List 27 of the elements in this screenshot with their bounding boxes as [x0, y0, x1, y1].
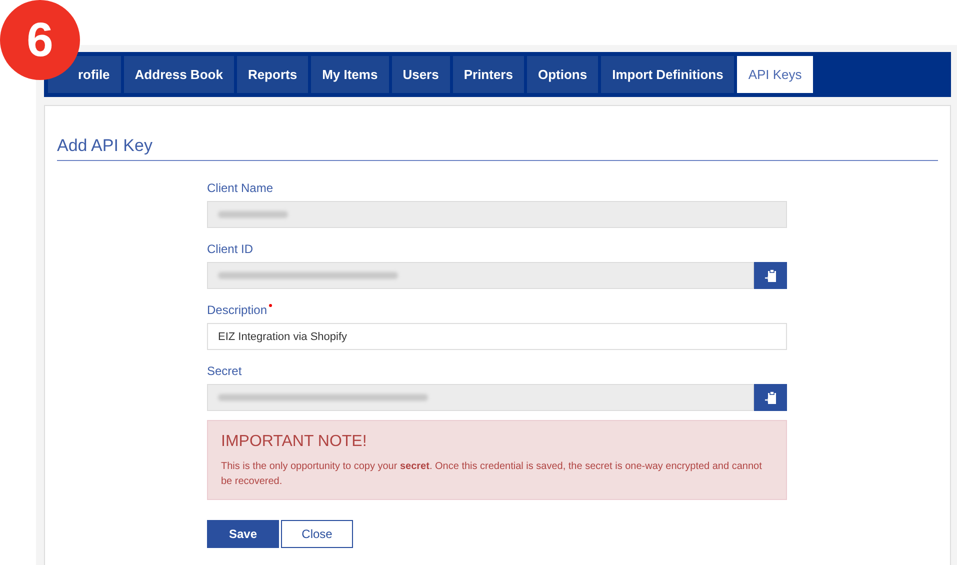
tab[interactable]: API Keys: [737, 56, 813, 93]
clipboard-icon: [764, 390, 776, 404]
save-button[interactable]: Save: [207, 520, 279, 548]
tab[interactable]: My Items: [311, 56, 389, 93]
input-field[interactable]: EIZ Integration via Shopify: [207, 323, 787, 350]
readonly-field[interactable]: [207, 201, 787, 228]
tab[interactable]: Import Definitions: [601, 56, 734, 93]
blurred-text-drawing: [218, 211, 288, 218]
tab[interactable]: Users: [392, 56, 450, 93]
field-label: Secret: [207, 364, 242, 378]
tab[interactable]: Reports: [236, 56, 308, 93]
field-label: Client Name: [207, 181, 274, 195]
section-heading: Add API Key: [57, 136, 938, 161]
copy-button[interactable]: [754, 384, 787, 411]
readonly-field[interactable]: [207, 262, 754, 289]
close-button[interactable]: Close: [281, 520, 353, 548]
note-title: IMPORTANT NOTE!: [221, 433, 368, 451]
tab[interactable]: Options: [526, 56, 598, 93]
tab[interactable]: Address Book: [124, 56, 234, 93]
field-label: Description: [207, 303, 268, 317]
readonly-field[interactable]: [207, 384, 754, 411]
step-badge: 6: [0, 0, 80, 80]
clipboard-icon: [764, 268, 776, 282]
note-text: This is the only opportunity to copy your secret. Once this credential is saved, the secret is one-way encrypted and cannot be recovered.: [221, 460, 763, 489]
tab[interactable]: Printers: [452, 56, 524, 93]
copy-button[interactable]: [754, 262, 787, 289]
field-label: Client ID: [207, 242, 254, 256]
